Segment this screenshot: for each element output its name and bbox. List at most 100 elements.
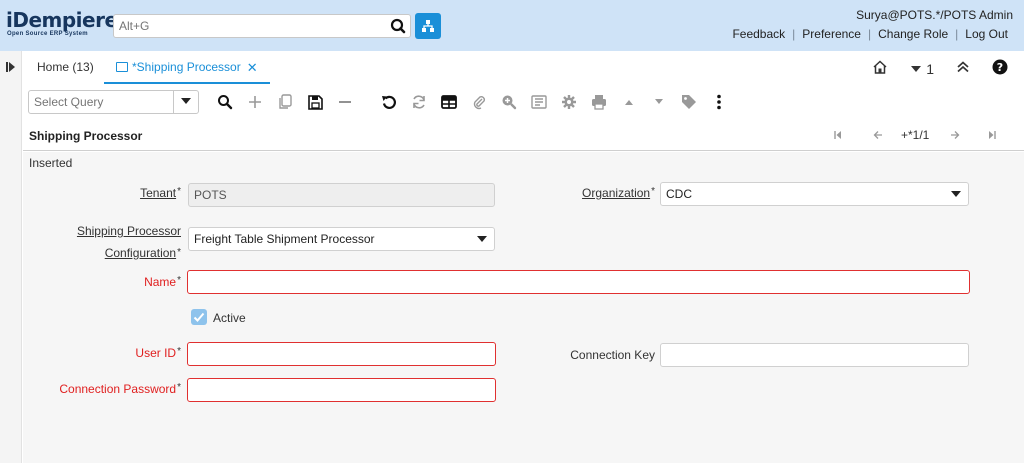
- record-status: Inserted: [29, 156, 73, 170]
- first-record-button[interactable]: [834, 129, 842, 143]
- config-label: Shipping Processor Configuration*: [76, 224, 181, 260]
- window-count-dropdown[interactable]: 1: [910, 61, 934, 77]
- double-chevron-up-icon: [957, 61, 969, 73]
- config-select[interactable]: Freight Table Shipment Processor: [188, 227, 495, 251]
- prev-record-nav[interactable]: [873, 129, 883, 143]
- collapse-button[interactable]: [956, 60, 970, 77]
- process-button[interactable]: [559, 92, 579, 112]
- logout-link[interactable]: Log Out: [958, 27, 1015, 41]
- user-role-label: Surya@POTS.*/POTS Admin: [856, 8, 1013, 22]
- attachment-button[interactable]: [469, 92, 489, 112]
- gear-icon: [562, 95, 576, 109]
- copy-record-button[interactable]: [275, 92, 295, 112]
- undo-icon: [382, 95, 396, 109]
- arrow-left-icon: [873, 131, 882, 139]
- user-id-label: User ID*: [135, 346, 181, 360]
- next-record-nav[interactable]: [950, 129, 960, 143]
- report-icon: [531, 95, 547, 109]
- record-indicator: +*1/1: [901, 128, 930, 142]
- zoom-icon: [502, 95, 517, 110]
- magnify-icon: [218, 95, 233, 110]
- home-icon: [873, 60, 887, 74]
- last-record-button[interactable]: [988, 129, 996, 143]
- feedback-link[interactable]: Feedback: [725, 27, 792, 41]
- find-button[interactable]: [215, 92, 235, 112]
- more-icon: [717, 94, 721, 110]
- chevron-down-icon: [181, 98, 191, 104]
- active-label: Active: [213, 311, 246, 325]
- label-button[interactable]: [679, 92, 699, 112]
- tenant-field: POTS: [188, 183, 495, 207]
- chevron-down-icon: [477, 236, 487, 242]
- detail-form: Inserted Tenant* POTS Organization* CDC …: [23, 152, 1024, 463]
- more-button[interactable]: [709, 92, 729, 112]
- query-dropdown-button[interactable]: [173, 90, 199, 114]
- header-links: Feedback | Preference | Change Role | Log O…: [725, 27, 1015, 41]
- report-button[interactable]: [529, 92, 549, 112]
- header: iDempiere Open Source ERP System Surya@P…: [0, 0, 1024, 51]
- organization-select[interactable]: CDC: [660, 182, 969, 206]
- organization-dropdown-button[interactable]: [944, 183, 968, 205]
- global-search-input[interactable]: [113, 14, 388, 38]
- delete-button[interactable]: [335, 92, 355, 112]
- close-icon[interactable]: ✕: [247, 60, 258, 82]
- user-id-input[interactable]: [187, 342, 496, 366]
- connection-password-input[interactable]: [187, 378, 496, 402]
- print-icon: [592, 95, 606, 110]
- tree-icon: [422, 20, 434, 32]
- name-input[interactable]: [187, 270, 970, 294]
- search-button[interactable]: [387, 14, 411, 38]
- last-icon: [989, 131, 996, 139]
- print-button[interactable]: [589, 92, 609, 112]
- grid-toggle-button[interactable]: [439, 92, 459, 112]
- arrow-right-icon: [951, 131, 960, 139]
- left-panel-strip: [0, 51, 22, 463]
- window-tabs: Home (13) *Shipping Processor ✕ 1 ?: [23, 51, 1024, 84]
- active-checkbox[interactable]: [191, 309, 207, 325]
- first-icon: [834, 131, 841, 139]
- search-icon: [390, 18, 406, 34]
- tab-label: *Shipping Processor: [132, 60, 241, 74]
- connection-password-label: Connection Password*: [59, 382, 181, 396]
- undo-button[interactable]: [379, 92, 399, 112]
- window-count: 1: [926, 60, 934, 77]
- chevron-down-icon: [911, 65, 922, 72]
- tab-shipping-processor[interactable]: *Shipping Processor ✕: [104, 51, 270, 84]
- change-role-link[interactable]: Change Role: [871, 27, 955, 41]
- menu-tree-button[interactable]: [415, 13, 441, 39]
- zoom-across-button[interactable]: [499, 92, 519, 112]
- help-button[interactable]: ?: [992, 59, 1008, 78]
- page-title: Shipping Processor: [29, 129, 143, 143]
- preference-link[interactable]: Preference: [795, 27, 868, 41]
- name-label: Name*: [144, 275, 181, 289]
- window-icon: [116, 62, 128, 72]
- minus-icon: [339, 101, 351, 103]
- attachment-icon: [473, 96, 485, 110]
- tab-tools: 1 ?: [850, 59, 1008, 78]
- svg-text:?: ?: [997, 61, 1003, 74]
- organization-value: CDC: [666, 187, 692, 201]
- tab-title-bar: Shipping Processor +*1/1: [23, 120, 1024, 151]
- config-dropdown-button[interactable]: [470, 228, 494, 250]
- toggle-icon[interactable]: [6, 62, 16, 72]
- logo-text: iDempiere: [6, 8, 118, 32]
- help-icon: ?: [992, 59, 1008, 75]
- tag-icon: [682, 95, 696, 109]
- new-record-button[interactable]: [245, 92, 265, 112]
- next-record-button[interactable]: [649, 92, 669, 112]
- previous-record-button[interactable]: [619, 92, 639, 112]
- arrow-up-icon: [625, 100, 633, 105]
- tab-home[interactable]: Home (13): [37, 60, 94, 74]
- arrow-down-icon: [655, 99, 663, 104]
- save-button[interactable]: [305, 92, 325, 112]
- refresh-icon: [413, 95, 425, 109]
- home-button[interactable]: [872, 59, 888, 78]
- save-icon: [307, 94, 323, 110]
- toolbar: [23, 88, 1024, 116]
- logo[interactable]: iDempiere Open Source ERP System: [6, 8, 118, 39]
- connection-key-label: Connection Key: [570, 348, 655, 362]
- connection-key-input[interactable]: [660, 343, 969, 367]
- organization-label: Organization*: [582, 186, 655, 200]
- tenant-label: Tenant*: [140, 186, 181, 200]
- refresh-button[interactable]: [409, 92, 429, 112]
